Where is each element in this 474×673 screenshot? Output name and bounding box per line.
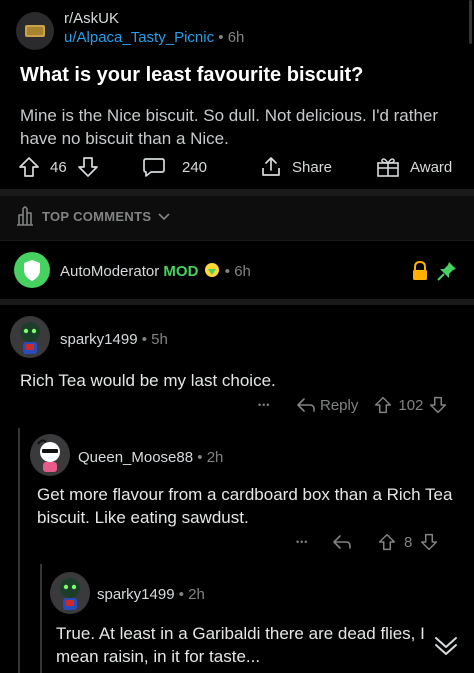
meta-separator: •: [178, 586, 184, 603]
comment-actions: ••• 8: [296, 531, 466, 553]
meta-separator: •: [197, 449, 203, 466]
sort-label[interactable]: TOP COMMENTS: [42, 209, 170, 224]
share-button[interactable]: Share: [260, 150, 332, 184]
pin-icon: [437, 262, 456, 281]
comment-meta: sparky1499 • 5h: [60, 331, 168, 348]
snoo-avatar-icon: [20, 322, 40, 354]
comment-count: 240: [182, 158, 208, 176]
post-action-bar: 46 240 Share Award: [0, 150, 474, 184]
gift-icon: [377, 158, 399, 177]
more-options-button[interactable]: •••: [296, 537, 330, 547]
post-vote-group: 46: [18, 150, 99, 184]
mod-badge: MOD: [163, 263, 199, 280]
meta-separator: •: [218, 29, 224, 46]
comment-vote-count: 8: [404, 533, 413, 551]
comment-age: 2h: [188, 586, 205, 603]
downvote-icon[interactable]: [420, 533, 438, 551]
meta-separator: •: [224, 263, 231, 280]
mod-comment-meta: AutoModerator MOD • 6h: [60, 262, 251, 280]
post-author[interactable]: u/Alpaca_Tasty_Picnic: [64, 29, 214, 46]
subreddit-avatar[interactable]: [16, 12, 54, 50]
comment-meta: sparky1499 • 2h: [97, 586, 205, 603]
automoderator-avatar: [14, 252, 50, 288]
comment-meta: Queen_Moose88 • 2h: [78, 449, 223, 466]
snoo-avatar-icon: [37, 439, 60, 472]
reply-icon[interactable]: [332, 533, 352, 551]
comment-text: Get more flavour from a cardboard box th…: [37, 485, 453, 527]
comment-author[interactable]: sparky1499: [60, 331, 138, 348]
post-age: 6h: [227, 29, 245, 46]
comment-age: 2h: [206, 449, 224, 466]
comment-text: True. At least in a Garibaldi there are …: [56, 624, 425, 666]
post-body: Mine is the Nice biscuit. So dull. Not d…: [20, 106, 439, 148]
reply-label[interactable]: Reply: [320, 397, 358, 414]
mod-shield-icon: [204, 263, 219, 277]
upvote-icon[interactable]: [18, 156, 40, 178]
comment-vote-count: 102: [398, 396, 424, 414]
sparky-avatar[interactable]: [10, 316, 50, 358]
downvote-icon[interactable]: [429, 396, 447, 414]
share-label: Share: [292, 158, 333, 176]
double-chevron-down-icon[interactable]: [432, 634, 460, 658]
award-button[interactable]: Award: [376, 150, 452, 184]
comment-author[interactable]: Queen_Moose88: [78, 449, 193, 466]
mod-comment-age: 6h: [234, 263, 251, 280]
snoo-avatar-icon: [60, 578, 80, 610]
sparky-avatar[interactable]: [50, 572, 90, 614]
scrollbar[interactable]: [469, 0, 472, 44]
section-divider: [0, 189, 474, 196]
comment-actions: ••• Reply 102: [258, 394, 468, 416]
upvote-icon[interactable]: [378, 533, 396, 551]
lock-icon: [413, 260, 427, 280]
award-label: Award: [410, 158, 453, 176]
sort-value: TOP COMMENTS: [42, 209, 152, 224]
upvote-icon[interactable]: [374, 396, 392, 414]
section-divider: [0, 299, 474, 305]
post-title[interactable]: What is your least favourite biscuit?: [20, 64, 363, 87]
more-options-button[interactable]: •••: [258, 400, 292, 410]
shield-icon: [24, 260, 40, 281]
post-vote-count: 46: [50, 158, 67, 176]
post-meta: u/Alpaca_Tasty_Picnic • 6h: [64, 29, 244, 46]
sort-divider: [0, 240, 474, 241]
meta-separator: •: [141, 331, 147, 348]
mod-comment-author[interactable]: AutoModerator: [60, 263, 159, 280]
reply-icon[interactable]: [296, 396, 316, 414]
biscuit-icon: [25, 25, 45, 37]
comment-text: Rich Tea would be my last choice.: [20, 371, 276, 390]
thread-line[interactable]: [40, 564, 42, 673]
rocket-sort-icon: [17, 206, 33, 226]
comment-age: 5h: [151, 331, 168, 348]
chevron-down-icon: [158, 213, 170, 221]
queen-moose-avatar[interactable]: [30, 434, 70, 476]
comment-icon: [143, 158, 165, 177]
subreddit-name[interactable]: r/AskUK: [64, 10, 119, 27]
comment-author[interactable]: sparky1499: [97, 586, 175, 603]
thread-line[interactable]: [18, 428, 20, 673]
downvote-icon[interactable]: [77, 156, 99, 178]
comments-button[interactable]: 240: [142, 150, 207, 184]
share-icon: [262, 157, 280, 176]
